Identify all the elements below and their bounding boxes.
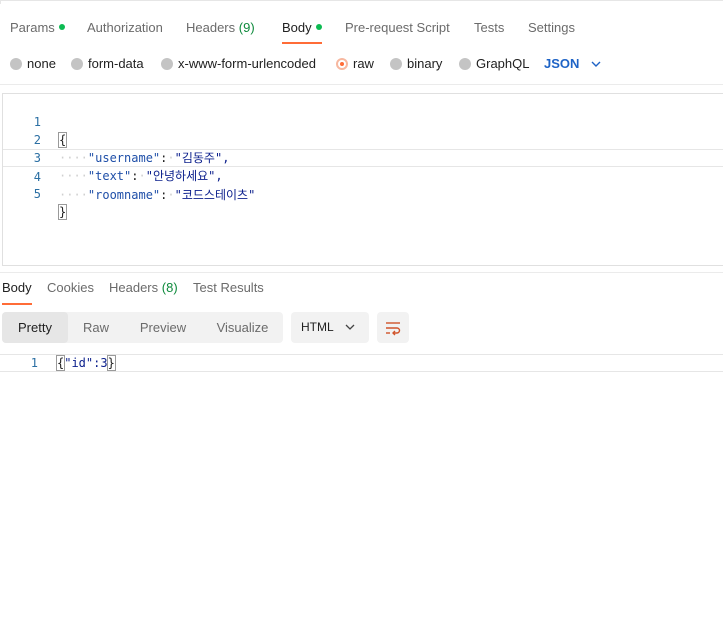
radio-form-data-label: form-data [88,56,144,71]
json-value: "코드스테이츠" [174,188,256,202]
chevron-down-icon [591,61,601,67]
close-brace: } [57,204,68,220]
tab-pre-request-script[interactable]: Pre-request Script [345,14,450,44]
line-number: 1 [30,356,38,370]
radio-binary-circle [390,58,402,70]
response-content: "id":3 [64,356,108,370]
code-line: 5 } [3,167,723,220]
radio-form-data-circle [71,58,83,70]
wrap-lines-button[interactable] [377,312,409,343]
response-body-editor[interactable]: 1 {"id":3} [0,354,723,372]
line-number: 5 [33,187,41,201]
response-tab-cookies[interactable]: Cookies [47,281,94,305]
tab-body[interactable]: Body [282,14,322,44]
radio-raw-circle [336,58,348,70]
window-top-edge [0,0,723,4]
section-divider [0,84,723,85]
view-raw-button[interactable]: Raw [68,312,124,343]
code-line-active: 4 ····"roomname":·"코드스테이츠" [3,149,723,202]
radio-raw-label: raw [353,56,374,71]
request-body-editor[interactable]: 1 { 2 ····"username":·"김동주", 3 ····"text… [2,93,723,266]
code-line: 3 ····"text":·"안녕하세요", [3,131,723,183]
response-tab-headers[interactable]: Headers (8) [109,281,178,305]
json-key: "roomname" [87,188,161,202]
response-tab-cookies-label: Cookies [47,280,94,295]
code-line: 2 ····"username":·"김동주", [3,113,723,165]
request-tabs: Params Authorization Headers (9) Body Pr… [0,14,723,44]
view-mode-toggle: Pretty Raw Preview Visualize [2,312,283,343]
code-content: ····"roomname":·"코드스테이츠" [59,188,256,202]
chevron-down-icon [345,324,355,330]
view-preview-button[interactable]: Preview [124,312,202,343]
view-visualize-button[interactable]: Visualize [202,312,283,343]
response-code: {"id":3} [55,355,116,371]
wrap-lines-icon [386,322,401,336]
tab-params-label: Params [10,20,55,35]
tab-params[interactable]: Params [10,14,65,44]
close-brace: } [106,355,116,371]
code-content: } [57,203,68,221]
response-tabs: Body Cookies Headers (8) Test Results [0,272,723,305]
tab-authorization[interactable]: Authorization [87,14,163,44]
params-status-dot [58,24,65,30]
tab-tests-label: Tests [474,20,505,35]
radio-binary-label: binary [407,56,443,71]
tab-settings-label: Settings [528,20,575,35]
tab-body-label: Body [282,20,312,35]
response-format-select[interactable]: HTML [291,312,369,343]
response-headers-count: (8) [161,280,178,295]
radio-graphql-circle [459,58,471,70]
radio-graphql-label: GraphQL [476,56,530,71]
language-select[interactable]: JSON [544,55,601,73]
tab-authorization-label: Authorization [87,20,163,35]
response-tab-body[interactable]: Body [2,281,32,305]
body-status-dot [315,24,322,30]
radio-urlencoded-label: x-www-form-urlencoded [178,56,316,71]
language-select-value: JSON [544,56,580,71]
view-pretty-button[interactable]: Pretty [2,312,68,343]
code-line: 1 { [3,95,723,148]
tab-headers[interactable]: Headers (9) [186,14,255,44]
text-cursor [114,355,116,370]
response-tab-body-label: Body [2,280,32,295]
response-format-value: HTML [301,320,334,334]
tab-pre-request-script-label: Pre-request Script [345,20,450,35]
response-tab-headers-label: Headers [109,280,159,295]
radio-none-label: none [27,56,56,71]
response-tab-test-results-label: Test Results [193,280,264,295]
body-type-selector: none form-data x-www-form-urlencoded raw… [0,55,723,73]
tab-tests[interactable]: Tests [474,14,504,44]
tab-settings[interactable]: Settings [528,14,575,44]
tab-headers-label: Headers [186,20,236,35]
radio-none-circle [10,58,22,70]
response-tab-test-results[interactable]: Test Results [193,281,264,305]
radio-urlencoded-circle [161,58,173,70]
headers-count: (9) [238,20,255,35]
